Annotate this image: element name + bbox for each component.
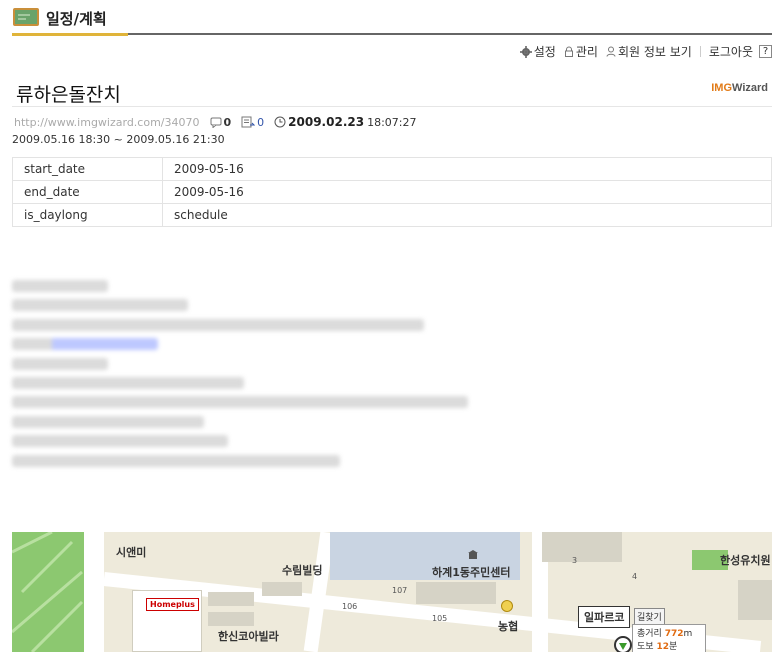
post-time: 18:07:27 [367,115,417,129]
map-label: 농협 [498,620,519,633]
member-info-link[interactable]: 회원 정보 보기 [606,43,692,60]
map-number: 105 [432,614,448,623]
map-pin-icon[interactable] [614,636,632,652]
map-block [738,580,772,620]
schedule-properties-table: start_date 2009-05-16 end_date 2009-05-1… [12,157,772,227]
walk-label: 도보 [637,642,654,652]
comment-icon [210,117,221,128]
board-header: 일정/계획 [12,4,772,36]
member-info-label: 회원 정보 보기 [617,45,692,59]
office-icon [468,550,478,559]
comment-count[interactable]: 0 [210,115,232,129]
map-block [262,582,302,596]
logout-label: 로그아웃 [708,45,753,59]
map-label: 시앤미 [116,546,147,559]
table-row: is_daylong schedule [12,203,772,227]
post-date: 2009.02.23 [288,115,365,129]
admin-links: 설정 관리 회원 정보 보기 로그아웃 ? [512,43,772,60]
page-title: 일정/계획 [46,10,107,28]
post-title: 류하은돌잔치 [16,84,121,106]
map-number: 4 [632,572,638,581]
map-park-paths [12,532,84,652]
walk-unit: 분 [668,642,678,652]
brand-part-a: IMG [711,82,733,94]
title-divider [12,106,772,107]
map-label: 한신코아빌라 [218,630,279,643]
redacted-line [12,338,158,351]
total-distance-label: 총거리 [637,629,662,639]
redacted-line [12,376,244,389]
map-number: 3 [572,556,578,565]
redacted-line [12,280,108,292]
distance-info: 총거리 772m 도보 12분 [632,624,706,652]
map-label: 수림빌딩 [282,564,323,577]
redacted-line [12,357,108,370]
redacted-line [12,299,188,312]
redacted-line [12,415,204,428]
property-key: end_date [12,180,163,204]
settings-link[interactable]: 설정 [519,43,556,60]
settings-label: 설정 [533,45,556,59]
user-icon [606,46,616,57]
total-distance-value: 772 [664,629,684,639]
total-distance: 총거리 772m [637,626,701,639]
logout-link[interactable]: 로그아웃 [709,43,753,60]
help-button[interactable]: ? [759,45,772,58]
property-key: start_date [12,157,163,181]
walk-time: 도보 12분 [637,639,701,652]
map-label: 하계1동주민센터 [432,566,511,579]
post-meta: http://www.imgwizard.com/34070 0 0 2009.… [14,115,416,129]
permalink[interactable]: http://www.imgwizard.com/34070 [14,116,200,129]
trackback-count[interactable]: 0 [241,116,264,129]
table-row: end_date 2009-05-16 [12,180,772,204]
map-label: 한성유치원 [720,554,771,567]
manage-label: 관리 [575,45,598,59]
clock-icon [274,116,286,128]
header-accent-bar [12,33,128,36]
find-route-button[interactable]: 길찾기 [634,608,665,625]
chalkboard-icon [13,8,39,26]
map-homeplus-label: Homeplus [146,598,199,611]
manage-link[interactable]: 관리 [564,43,598,60]
redacted-line [12,396,468,409]
map-block [542,532,622,562]
table-row: start_date 2009-05-16 [12,157,772,181]
bank-icon [501,600,513,612]
redacted-body-text [12,280,492,474]
map-block [208,612,254,626]
property-value: 2009-05-16 [162,157,772,181]
location-map[interactable]: 106 107 105 3 4 시앤미 수림빌딩 하계1동주민센터 한성유치원 … [12,532,772,652]
property-value: 2009-05-16 [162,180,772,204]
redacted-line [12,318,424,331]
map-road [84,532,104,652]
trackback-count-value: 0 [257,115,265,129]
redacted-line [12,454,340,467]
property-value: schedule [162,203,772,227]
comment-count-value: 0 [223,115,232,129]
link-separator [699,46,701,57]
map-number: 107 [392,586,408,595]
trackback-icon [241,116,256,128]
walk-value: 12 [656,642,669,652]
redacted-line [12,435,228,448]
schedule-range: 2009.05.16 18:30 ~ 2009.05.16 21:30 [12,133,225,146]
total-distance-unit: m [683,629,693,639]
brand-part-b: Wizard [732,82,768,94]
map-block [208,592,254,606]
post-datetime: 2009.02.23 18:07:27 [274,115,416,129]
map-number: 106 [342,602,358,611]
map-block [416,582,496,604]
map-place-label: 일파르코 [578,606,631,628]
lock-icon [564,46,573,57]
gear-icon [519,45,532,58]
property-key: is_daylong [12,203,163,227]
imgwizard-logo[interactable]: IMGWizard [711,82,768,94]
